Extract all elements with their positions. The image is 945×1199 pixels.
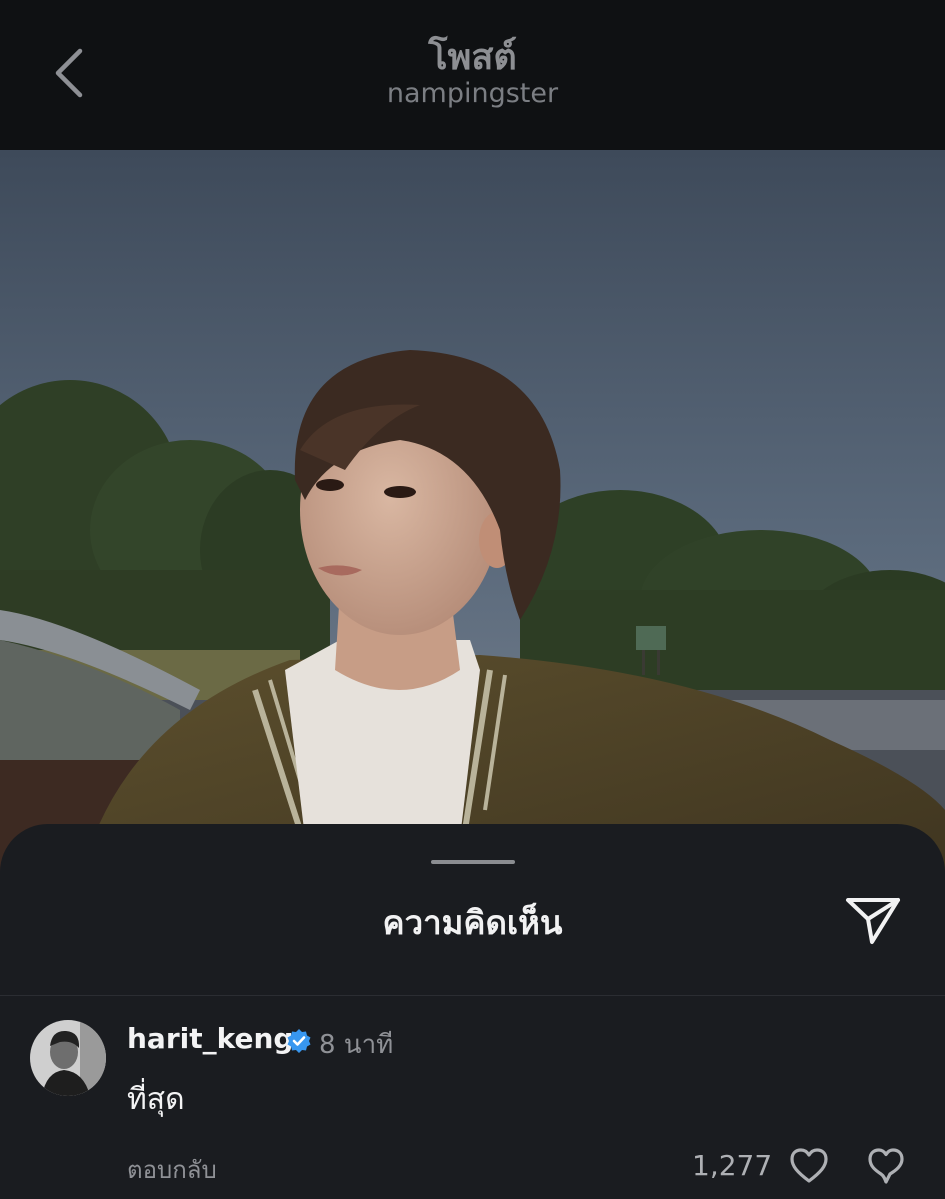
sheet-divider [0, 995, 945, 996]
comment-text: ที่สุด [127, 1082, 185, 1117]
comments-sheet: ความคิดเห็น harit_keng 8 นาที ที่สุด ตอบ… [0, 824, 945, 1199]
verified-badge-icon [287, 1029, 311, 1053]
page-title: โพสต์ [428, 37, 517, 78]
avatar[interactable] [30, 1020, 106, 1096]
share-button[interactable] [842, 888, 904, 950]
dislike-button[interactable] [864, 1144, 908, 1188]
send-icon [846, 898, 900, 944]
comments-title: ความคิดเห็น [382, 903, 563, 942]
heart-icon [790, 1148, 828, 1183]
like-button[interactable] [787, 1144, 831, 1188]
top-header: โพสต์ nampingster [0, 0, 945, 150]
dislike-icon [868, 1148, 904, 1184]
sheet-drag-handle[interactable] [431, 860, 515, 864]
post-photo[interactable] [0, 150, 945, 880]
reply-button[interactable]: ตอบกลับ [127, 1150, 217, 1189]
like-count[interactable]: 1,277 [692, 1149, 772, 1182]
comment-username[interactable]: harit_keng [127, 1022, 293, 1055]
comment-timestamp: 8 นาที [319, 1030, 394, 1060]
post-detail-screen: โพสต์ nampingster ความคิดเห็น harit_keng… [0, 0, 945, 1199]
post-author-username[interactable]: nampingster [0, 78, 945, 109]
